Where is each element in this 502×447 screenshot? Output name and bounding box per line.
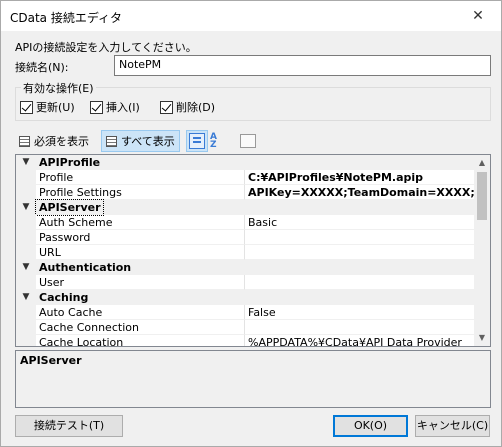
property-name: URL (36, 245, 245, 260)
insert-checkbox[interactable]: 挿入(I) (90, 99, 140, 115)
title-bar: CData 接続エディタ ✕ (1, 1, 501, 31)
list-icon (106, 135, 117, 147)
property-toolbar: 必須を表示 すべて表示 AZ (15, 130, 491, 152)
connection-name-input[interactable]: NotePM (114, 55, 491, 76)
property-value[interactable] (245, 245, 475, 260)
grid-property-row[interactable]: Auth Scheme Basic (16, 215, 475, 230)
window-title: CData 接続エディタ (10, 11, 123, 25)
delete-checkbox[interactable]: 削除(D) (160, 99, 215, 115)
grid-row-margin (16, 245, 36, 260)
property-value[interactable]: False (245, 305, 475, 320)
grid-property-row[interactable]: Profile Settings APIKey=XXXXX;TeamDomain=… (16, 185, 475, 200)
grid-property-row[interactable]: User (16, 275, 475, 290)
operations-legend: 有効な操作(E) (21, 80, 96, 96)
property-value[interactable]: Basic (245, 215, 475, 230)
property-value[interactable]: C:¥APIProfiles¥NotePM.apip (245, 170, 475, 185)
intro-text: APIの接続設定を入力してください。 (15, 41, 197, 54)
grid-property-row[interactable]: Auto Cache False (16, 305, 475, 320)
list-icon (19, 135, 30, 147)
vertical-scrollbar[interactable]: ▲ ▼ (474, 155, 490, 346)
property-value[interactable] (245, 275, 475, 290)
category-label: Authentication (39, 261, 132, 274)
property-value[interactable] (245, 320, 475, 335)
insert-checkbox-label: 挿入(I) (106, 101, 140, 114)
grid-row-margin (16, 305, 36, 320)
test-connection-button[interactable]: 接続テスト(T) (15, 415, 123, 437)
scroll-down-icon[interactable]: ▼ (474, 330, 490, 346)
delete-checkbox-label: 削除(D) (176, 101, 216, 114)
collapse-icon[interactable]: ▼ (16, 200, 36, 215)
sort-az-icon: AZ (210, 132, 217, 150)
description-panel: APIServer (15, 350, 491, 408)
update-check-icon[interactable] (20, 100, 33, 114)
show-required-label: 必須を表示 (34, 135, 89, 148)
show-all-label: すべて表示 (121, 135, 175, 148)
scrollbar-thumb[interactable] (477, 172, 487, 220)
category-label: APIProfile (39, 156, 101, 169)
grid-category-row[interactable]: ▼ APIProfile (16, 155, 475, 170)
property-grid-rows: ▼ APIProfile Profile C:¥APIProfiles¥NotePM.… (16, 155, 475, 346)
grid-category-row[interactable]: ▼ Authentication (16, 260, 475, 275)
property-name: Auto Cache (36, 305, 245, 320)
collapse-icon[interactable]: ▼ (16, 290, 36, 305)
grid-property-row[interactable]: Cache Connection (16, 320, 475, 335)
grid-property-row[interactable]: Password (16, 230, 475, 245)
categorized-icon (189, 133, 205, 149)
delete-check-icon[interactable] (160, 100, 173, 114)
grid-row-margin (16, 320, 36, 335)
property-name: Password (36, 230, 245, 245)
collapse-icon[interactable]: ▼ (16, 155, 36, 170)
categorized-view-button[interactable] (186, 130, 208, 152)
grid-row-margin (16, 230, 36, 245)
grid-property-row[interactable]: URL (16, 245, 475, 260)
category-label: Caching (39, 291, 89, 304)
connection-editor-window: CData 接続エディタ ✕ APIの接続設定を入力してください。 接続名(N)… (0, 0, 502, 447)
cancel-button[interactable]: キャンセル(C) (415, 415, 490, 437)
property-name: Cache Connection (36, 320, 245, 335)
insert-check-icon[interactable] (90, 100, 103, 114)
property-name: Profile Settings (36, 185, 245, 200)
property-value[interactable]: %APPDATA%¥CData¥API Data Provider (245, 335, 475, 346)
description-title: APIServer (20, 354, 82, 367)
show-all-button[interactable]: すべて表示 (101, 130, 180, 152)
grid-row-margin (16, 185, 36, 200)
property-grid[interactable]: ▼ APIProfile Profile C:¥APIProfiles¥NotePM.… (15, 154, 491, 347)
grid-row-margin (16, 275, 36, 290)
update-checkbox-label: 更新(U) (36, 101, 75, 114)
grid-property-row[interactable]: Cache Location %APPDATA%¥CData¥API Data P… (16, 335, 475, 346)
property-name: Profile (36, 170, 245, 185)
grid-row-margin (16, 170, 36, 185)
update-checkbox[interactable]: 更新(U) (20, 99, 75, 115)
close-icon[interactable]: ✕ (455, 1, 501, 31)
connection-name-label: 接続名(N): (15, 61, 69, 74)
category-label: APIServer (35, 199, 104, 216)
ok-button[interactable]: OK(O) (333, 415, 408, 437)
property-pages-button[interactable] (238, 130, 258, 152)
grid-row-margin (16, 335, 36, 346)
grid-category-row[interactable]: ▼ Caching (16, 290, 475, 305)
property-name: Cache Location (36, 335, 245, 346)
collapse-icon[interactable]: ▼ (16, 260, 36, 275)
property-value[interactable]: APIKey=XXXXX;TeamDomain=XXXX; (245, 185, 475, 200)
property-name: Auth Scheme (36, 215, 245, 230)
grid-category-row[interactable]: ▼ APIServer (16, 199, 475, 216)
scroll-up-icon[interactable]: ▲ (474, 155, 490, 171)
property-value[interactable] (245, 230, 475, 245)
show-required-button[interactable]: 必須を表示 (15, 130, 93, 152)
property-pages-icon (240, 134, 256, 148)
alphabetical-sort-button[interactable]: AZ (208, 130, 228, 152)
property-name: User (36, 275, 245, 290)
grid-row-margin (16, 215, 36, 230)
grid-property-row[interactable]: Profile C:¥APIProfiles¥NotePM.apip (16, 170, 475, 185)
